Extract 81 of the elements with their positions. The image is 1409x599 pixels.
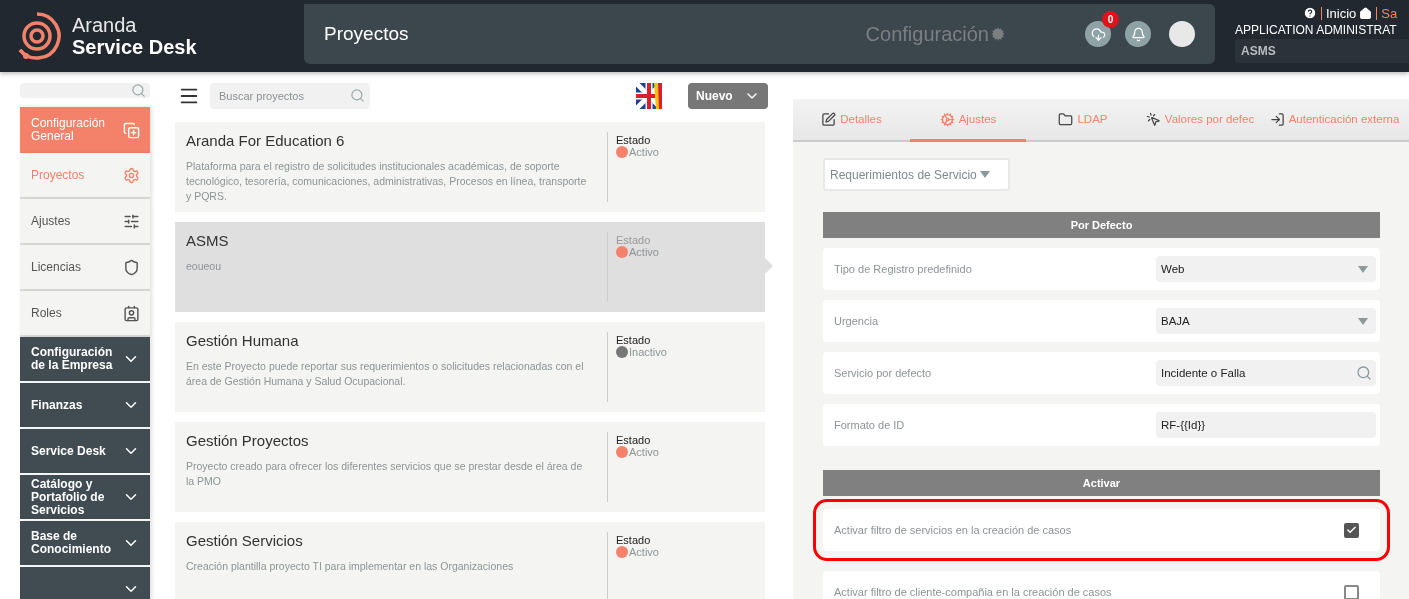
shield-icon xyxy=(123,258,140,276)
sidebar-item[interactable]: Licencias xyxy=(20,245,150,291)
project-name: Aranda For Education 6 xyxy=(186,132,346,149)
user-name: APPLICATION ADMINISTRAT xyxy=(1235,22,1397,37)
brand-name: Aranda xyxy=(72,14,138,36)
section-header: Por Defecto xyxy=(823,212,1380,238)
sidebar-item[interactable]: Roles xyxy=(20,291,150,337)
new-button[interactable]: Nuevo xyxy=(688,83,768,109)
checkbox[interactable] xyxy=(1344,522,1359,538)
check-icon xyxy=(1346,524,1357,536)
status-text: Inactivo xyxy=(629,346,667,358)
status-label: Estado xyxy=(616,334,652,346)
notifications-button[interactable] xyxy=(1125,21,1151,47)
download-button[interactable] xyxy=(1085,21,1111,47)
id-badge-icon xyxy=(123,304,140,322)
sidebar-group[interactable]: Catálogo y Portafolio de Servicios xyxy=(20,475,150,521)
project-description: Proyecto creado para ofrecer los diferentes servicios que se prestar desde el área de la PMO xyxy=(186,459,584,489)
flag-icon[interactable] xyxy=(636,83,662,109)
gear-icon xyxy=(991,27,1005,41)
section-header: Activar xyxy=(823,470,1380,496)
project-description: Plataforma para el registro de solicitudes institucionales académicas, de soporte tecnológico, tesorería, comunicaciones, administrativas, Procesos en línea, transporte y PQRS. xyxy=(186,159,588,204)
setting-label: Formato de ID xyxy=(834,419,906,431)
sidebar-search-field[interactable] xyxy=(20,83,150,98)
status-label: Estado xyxy=(616,234,652,246)
checkbox[interactable] xyxy=(1344,584,1359,599)
project-name: Gestión Servicios xyxy=(186,532,304,549)
select-field[interactable]: BAJA xyxy=(1156,308,1376,334)
cloud-download-icon xyxy=(1090,26,1106,42)
search-icon xyxy=(131,83,146,98)
edit-icon xyxy=(821,111,837,127)
gears-icon xyxy=(939,111,955,127)
status-text: Activo xyxy=(629,146,659,158)
project-name: Gestión Humana xyxy=(186,332,300,349)
sidebar-group[interactable]: Finanzas xyxy=(20,383,150,429)
setting-label: Servicio por defecto xyxy=(834,367,933,379)
status-text: Activo xyxy=(629,446,659,458)
status-text: Activo xyxy=(629,246,659,258)
select-field[interactable]: Web xyxy=(1156,256,1376,282)
setting-label: Tipo de Registro predefinido xyxy=(834,263,973,275)
sign-in-icon xyxy=(1269,111,1285,127)
project-description: Creación plantilla proyecto TI para implementar en las Organizaciones xyxy=(186,559,515,574)
sidebar-group[interactable]: Configuración de la Empresa xyxy=(20,337,150,383)
case-type-dropdown[interactable]: Requerimientos de Servicio xyxy=(823,158,1010,191)
search-icon xyxy=(1356,365,1372,381)
status-text: Activo xyxy=(629,546,659,558)
brand-product: Service Desk xyxy=(72,36,197,58)
sidebar-group[interactable]: Base de Conocimiento xyxy=(20,521,150,567)
input-field[interactable]: RF-{{Id}} xyxy=(1156,412,1376,438)
bell-icon xyxy=(1130,26,1146,42)
section-title: Configuración xyxy=(865,22,989,46)
setting-label: Activar filtro de cliente-compañia en la creación de casos xyxy=(834,586,1113,598)
project-selector[interactable]: ASMS xyxy=(1235,38,1409,63)
status-label: Estado xyxy=(616,534,652,546)
settings-icon xyxy=(123,166,140,184)
status-label: Estado xyxy=(616,434,652,446)
home-link[interactable]: Inicio xyxy=(1326,5,1373,21)
setting-label: Activar filtro de servicios en la creación de casos xyxy=(834,524,1073,536)
folder-icon xyxy=(1058,111,1074,127)
avatar-button[interactable] xyxy=(1169,21,1195,47)
setting-label: Urgencia xyxy=(834,315,880,327)
sidebar-group[interactable]: Service Desk xyxy=(20,429,150,475)
home-icon xyxy=(1359,6,1373,20)
project-name: Gestión Proyectos xyxy=(186,432,310,449)
help-icon[interactable] xyxy=(1303,6,1317,20)
pointer-click-icon xyxy=(1145,111,1161,127)
sliders-icon xyxy=(123,212,140,230)
sidebar-item[interactable]: Ajustes xyxy=(20,199,150,245)
copy-plus-icon xyxy=(123,121,140,139)
header-link[interactable]: Sa xyxy=(1381,5,1398,21)
notification-badge: 0 xyxy=(1102,11,1119,28)
project-description: En este Proyecto puede reportar sus requerimientos o solicitudes relacionadas con el área de Gestión Humana y Salud Ocupacional. xyxy=(186,359,585,389)
page-title: Proyectos xyxy=(324,23,410,45)
project-description: eoueou xyxy=(186,259,223,274)
status-label: Estado xyxy=(616,134,652,146)
project-name: ASMS xyxy=(186,232,230,249)
lookup-field[interactable]: Incidente o Falla xyxy=(1156,360,1376,386)
project-card[interactable]: Gestión Humana En este Proyecto puede reportar sus requerimientos o solicitudes relacionadas con el área de Gestión Humana y Salud Ocupacional. Estado Inactivo xyxy=(175,322,765,412)
search-field[interactable]: Buscar proyectos xyxy=(210,83,370,109)
project-card[interactable]: Gestión Servicios Creación plantilla proyecto TI para implementar en las Organizaciones Estado Activo xyxy=(175,522,765,599)
search-icon xyxy=(350,88,365,103)
project-card[interactable]: Gestión Proyectos Proyecto creado para ofrecer los diferentes servicios que se prestar desde el área de la PMO Estado Activo xyxy=(175,422,765,512)
